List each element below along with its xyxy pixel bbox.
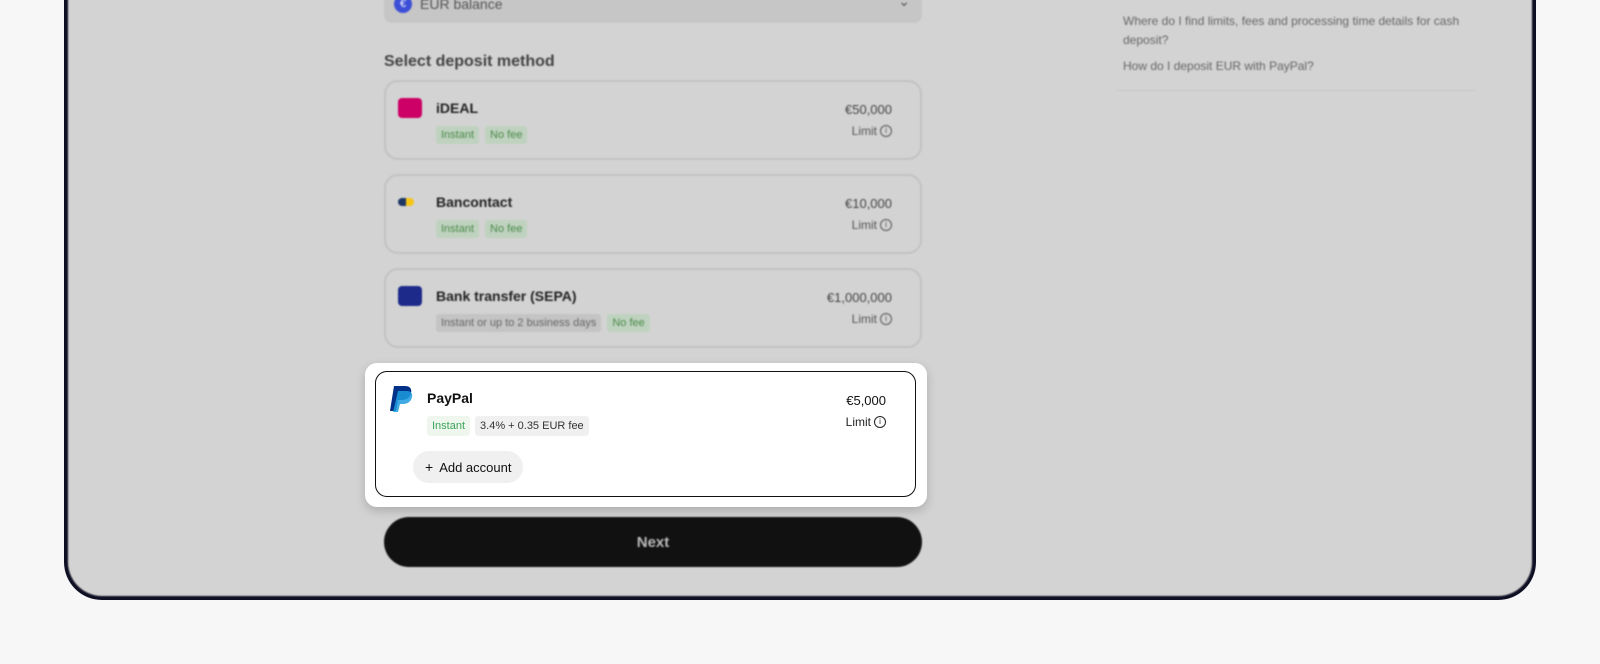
info-icon[interactable]: i xyxy=(874,416,886,428)
method-bancontact[interactable]: Bancontact Instant No fee €10,000 Limit … xyxy=(384,174,922,254)
tag-speed: Instant xyxy=(436,126,480,144)
tag-fee: No fee xyxy=(485,220,528,238)
balance-select[interactable]: € EUR balance ⌄ xyxy=(384,0,922,23)
method-paypal[interactable]: PayPal Instant 3.4% + 0.35 EUR fee €5,00… xyxy=(375,371,916,497)
method-limit[interactable]: Limit i xyxy=(852,312,892,326)
method-name: Bank transfer (SEPA) xyxy=(436,288,577,304)
limit-label: Limit xyxy=(851,124,877,138)
info-icon[interactable]: i xyxy=(880,313,892,325)
tag-speed: Instant xyxy=(427,416,471,436)
add-account-label: Add account xyxy=(439,459,512,475)
limit-label: Limit xyxy=(851,218,877,232)
plus-icon: + xyxy=(425,459,434,475)
method-name: PayPal xyxy=(427,390,473,406)
method-amount: €5,000 xyxy=(846,393,886,408)
info-icon[interactable]: i xyxy=(880,219,892,231)
balance-label: EUR balance xyxy=(420,0,503,12)
chevron-down-icon: ⌄ xyxy=(898,0,910,9)
method-amount: €10,000 xyxy=(845,196,892,211)
limit-label: Limit xyxy=(851,312,877,326)
divider xyxy=(1116,90,1476,91)
method-name: Bancontact xyxy=(436,194,513,210)
bancontact-logo-icon xyxy=(398,198,414,206)
tag-fee: 3.4% + 0.35 EUR fee xyxy=(475,416,589,436)
faq-item[interactable]: How do I deposit EUR with PayPal? xyxy=(1123,57,1463,76)
tag-fee: No fee xyxy=(485,126,528,144)
method-ideal[interactable]: iDEAL Instant No fee €50,000 Limit i xyxy=(384,80,922,160)
method-sepa[interactable]: Bank transfer (SEPA) Instant or up to 2 … xyxy=(384,268,922,348)
method-amount: €1,000,000 xyxy=(826,290,892,305)
paypal-logo-icon xyxy=(390,386,413,412)
tag-speed: Instant xyxy=(436,220,480,238)
info-icon[interactable]: i xyxy=(880,125,892,137)
method-limit[interactable]: Limit i xyxy=(852,218,892,232)
method-limit[interactable]: Limit i xyxy=(846,415,886,429)
limit-label: Limit xyxy=(845,415,871,429)
next-button[interactable]: Next xyxy=(384,517,922,567)
tag-speed: Instant or up to 2 business days xyxy=(436,314,602,332)
method-limit[interactable]: Limit i xyxy=(852,124,892,138)
faq-item[interactable]: Where do I find limits, fees and process… xyxy=(1123,12,1463,50)
method-name: iDEAL xyxy=(436,100,478,116)
tag-fee: No fee xyxy=(607,314,650,332)
euro-icon: € xyxy=(394,0,412,13)
ideal-logo-icon xyxy=(398,98,422,118)
section-title: Select deposit method xyxy=(384,53,555,70)
faq-list: Where do I find limits, fees and process… xyxy=(1123,12,1463,83)
method-amount: €50,000 xyxy=(845,102,892,117)
add-account-button[interactable]: + Add account xyxy=(413,451,524,483)
sepa-logo-icon xyxy=(398,286,422,306)
device-frame: € EUR balance ⌄ Select deposit method iD… xyxy=(64,0,1536,600)
